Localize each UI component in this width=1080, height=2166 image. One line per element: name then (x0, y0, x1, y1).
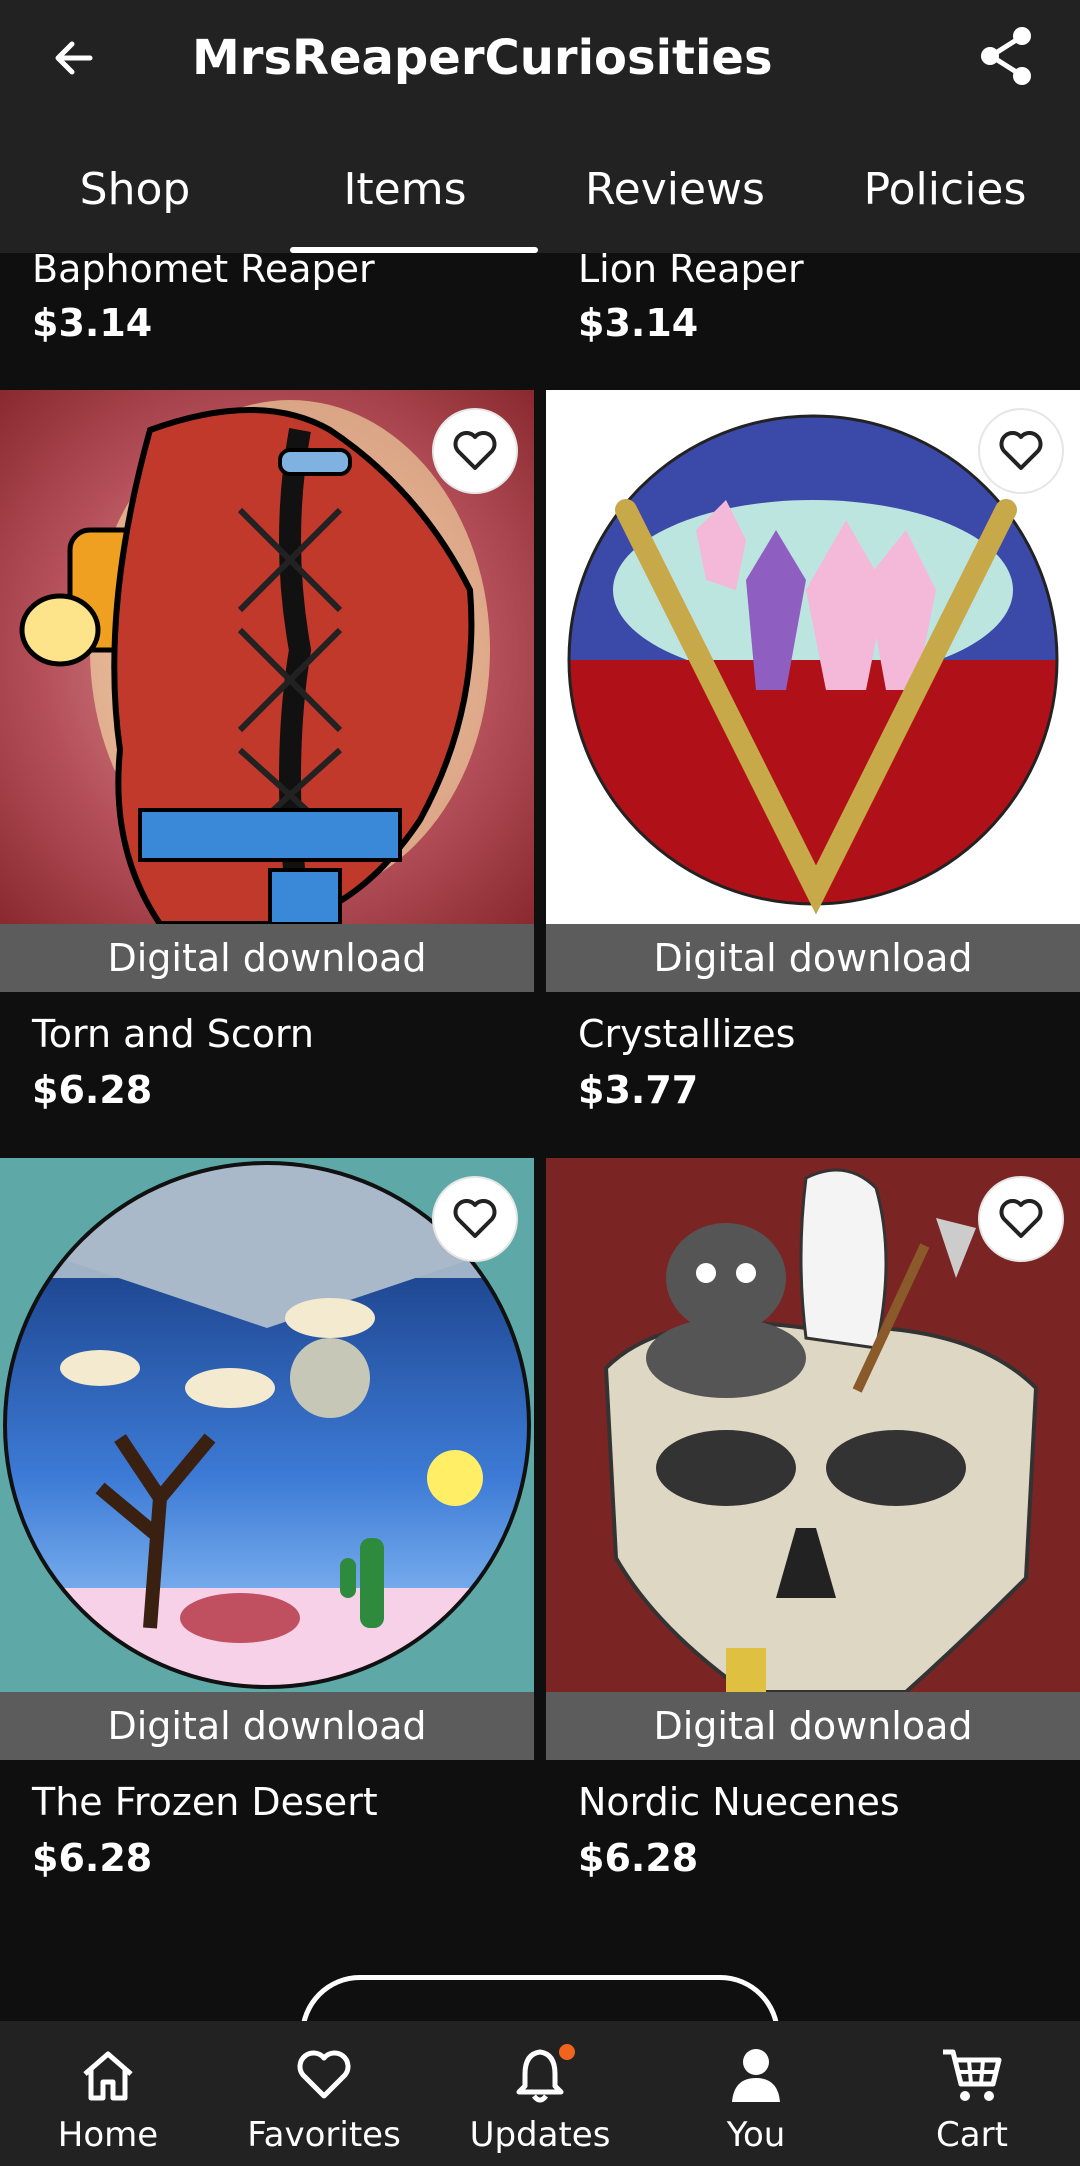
partial-listing-row: Baphomet Reaper $3.14 Lion Reaper $3.14 (0, 253, 1080, 390)
favorite-button[interactable] (978, 408, 1064, 494)
listing-card[interactable]: Digital download Nordic Nuecenes $6.28 (546, 1158, 1080, 1926)
listing-card[interactable]: Digital download The Frozen Desert $6.28 (0, 1158, 534, 1926)
listing-price: $3.14 (578, 301, 699, 345)
digital-download-tag: Digital download (546, 1692, 1080, 1760)
listing-card-partial[interactable]: Lion Reaper $3.14 (540, 253, 1080, 390)
heart-outline-icon (999, 1199, 1043, 1238)
favorite-button[interactable] (978, 1176, 1064, 1262)
listing-image[interactable] (546, 1158, 1080, 1692)
listing-image[interactable] (0, 1158, 534, 1692)
heart-icon (292, 2043, 356, 2107)
share-button[interactable] (972, 22, 1040, 90)
listing-grid: Baphomet Reaper $3.14 Lion Reaper $3.14 (0, 253, 1080, 2021)
nav-label: You (726, 2115, 786, 2155)
digital-download-tag: Digital download (0, 924, 534, 992)
top-bar: MrsReaperCuriosities (0, 0, 1080, 120)
nav-label: Cart (936, 2115, 1008, 2155)
nav-you[interactable]: You (648, 2021, 864, 2166)
nav-label: Home (57, 2115, 159, 2155)
listing-title: Torn and Scorn (32, 1012, 314, 1056)
heart-outline-icon (453, 431, 497, 470)
digital-download-tag: Digital download (546, 924, 1080, 992)
tab-reviews[interactable]: Reviews (540, 140, 810, 253)
favorite-button[interactable] (432, 408, 518, 494)
nav-cart[interactable]: Cart (864, 2021, 1080, 2166)
listing-card[interactable]: Digital download Torn and Scorn $6.28 (0, 390, 534, 1158)
listing-price: $6.28 (32, 1836, 153, 1880)
shop-title: MrsReaperCuriosities (192, 30, 773, 86)
nav-favorites[interactable]: Favorites (216, 2021, 432, 2166)
share-icon (981, 27, 1031, 85)
heart-outline-icon (999, 431, 1043, 470)
shop-header: MrsReaperCuriosities Shop Items Reviews … (0, 0, 1080, 253)
notification-badge (556, 2041, 578, 2063)
favorite-button[interactable] (432, 1176, 518, 1262)
listing-image[interactable] (546, 390, 1080, 924)
home-icon (76, 2043, 140, 2107)
nav-updates[interactable]: Updates (432, 2021, 648, 2166)
listing-card[interactable]: Digital download Crystallizes $3.77 (546, 390, 1080, 1158)
listing-price: $3.77 (578, 1068, 699, 1112)
heart-outline-icon (453, 1199, 497, 1238)
bottom-navigation: Home Favorites Updates You Cart (0, 2021, 1080, 2166)
listing-title: Baphomet Reaper (32, 253, 375, 291)
nav-home[interactable]: Home (0, 2021, 216, 2166)
bell-icon (508, 2041, 578, 2107)
listing-title: The Frozen Desert (32, 1780, 378, 1824)
shop-tabs: Shop Items Reviews Policies (0, 140, 1080, 253)
person-icon (724, 2043, 788, 2107)
listing-title: Lion Reaper (578, 253, 804, 291)
listing-card-partial[interactable]: Baphomet Reaper $3.14 (0, 253, 540, 390)
nav-label: Favorites (247, 2115, 401, 2155)
back-arrow-icon (55, 41, 93, 75)
cart-icon (940, 2043, 1004, 2107)
listing-title: Crystallizes (578, 1012, 796, 1056)
digital-download-tag: Digital download (0, 1692, 534, 1760)
listing-title: Nordic Nuecenes (578, 1780, 900, 1824)
listing-price: $6.28 (578, 1836, 699, 1880)
listing-price: $3.14 (32, 301, 153, 345)
tab-shop[interactable]: Shop (0, 140, 270, 253)
tab-policies[interactable]: Policies (810, 140, 1080, 253)
nav-label: Updates (469, 2115, 611, 2155)
tab-items[interactable]: Items (270, 140, 540, 253)
listing-image[interactable] (0, 390, 534, 924)
back-button[interactable] (44, 28, 104, 88)
listing-price: $6.28 (32, 1068, 153, 1112)
